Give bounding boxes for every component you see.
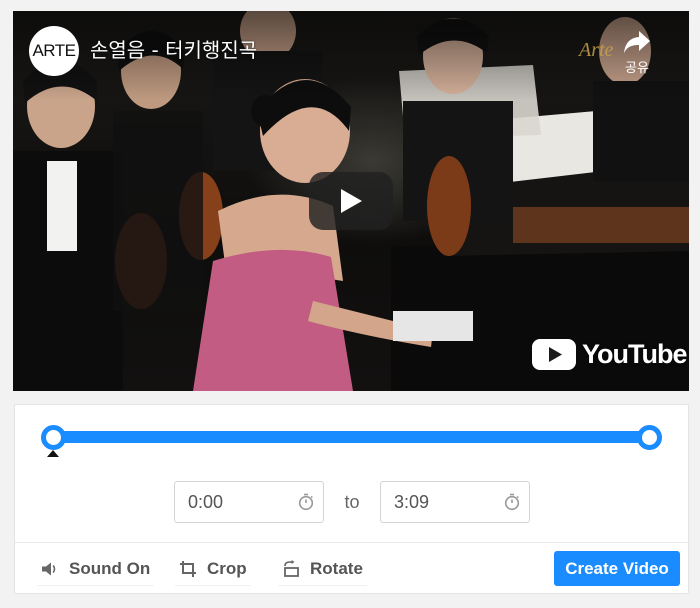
stopwatch-icon bbox=[504, 493, 520, 511]
trim-end-handle[interactable] bbox=[636, 425, 662, 450]
youtube-logo[interactable]: YouTube bbox=[532, 338, 687, 370]
crop-icon bbox=[180, 560, 196, 577]
trim-range-fill bbox=[53, 431, 649, 443]
youtube-wordmark: YouTube bbox=[582, 338, 687, 369]
youtube-logo-icon bbox=[532, 338, 576, 370]
sound-toggle-label: Sound On bbox=[69, 558, 151, 578]
play-button[interactable] bbox=[309, 172, 393, 230]
trim-start-handle[interactable] bbox=[40, 425, 66, 450]
share-button[interactable]: 공유 bbox=[615, 29, 659, 85]
channel-watermark: Arte bbox=[579, 39, 614, 61]
trim-slider[interactable] bbox=[39, 421, 663, 465]
trim-editor: to Sound On Crop bbox=[14, 404, 689, 594]
rotate-button[interactable]: Rotate bbox=[278, 552, 367, 586]
crop-label: Crop bbox=[207, 558, 247, 578]
start-time-field[interactable] bbox=[174, 481, 324, 523]
rotate-icon bbox=[284, 559, 299, 577]
video-title[interactable]: 손열음 - 터키행진곡 bbox=[90, 38, 257, 62]
play-icon bbox=[341, 189, 362, 213]
share-arrow-icon bbox=[624, 31, 650, 53]
share-label: 공유 bbox=[625, 61, 649, 76]
sound-toggle-button[interactable]: Sound On bbox=[37, 552, 155, 586]
crop-button[interactable]: Crop bbox=[175, 552, 251, 586]
stopwatch-icon bbox=[298, 493, 314, 511]
video-player[interactable]: ARTE 손열음 - 터키행진곡 Arte 공유 YouTube bbox=[13, 11, 689, 391]
channel-logo-text: ARTE bbox=[32, 41, 76, 60]
create-video-button[interactable]: Create Video bbox=[554, 551, 680, 586]
rotate-label: Rotate bbox=[310, 558, 363, 578]
time-range: to bbox=[174, 481, 530, 523]
playhead-marker[interactable] bbox=[47, 450, 59, 457]
range-separator: to bbox=[344, 491, 360, 512]
channel-logo[interactable]: ARTE bbox=[29, 26, 79, 76]
end-time-field[interactable] bbox=[380, 481, 530, 523]
editor-toolbar: Sound On Crop Rotate Create Video bbox=[15, 543, 688, 595]
speaker-icon bbox=[42, 562, 56, 575]
